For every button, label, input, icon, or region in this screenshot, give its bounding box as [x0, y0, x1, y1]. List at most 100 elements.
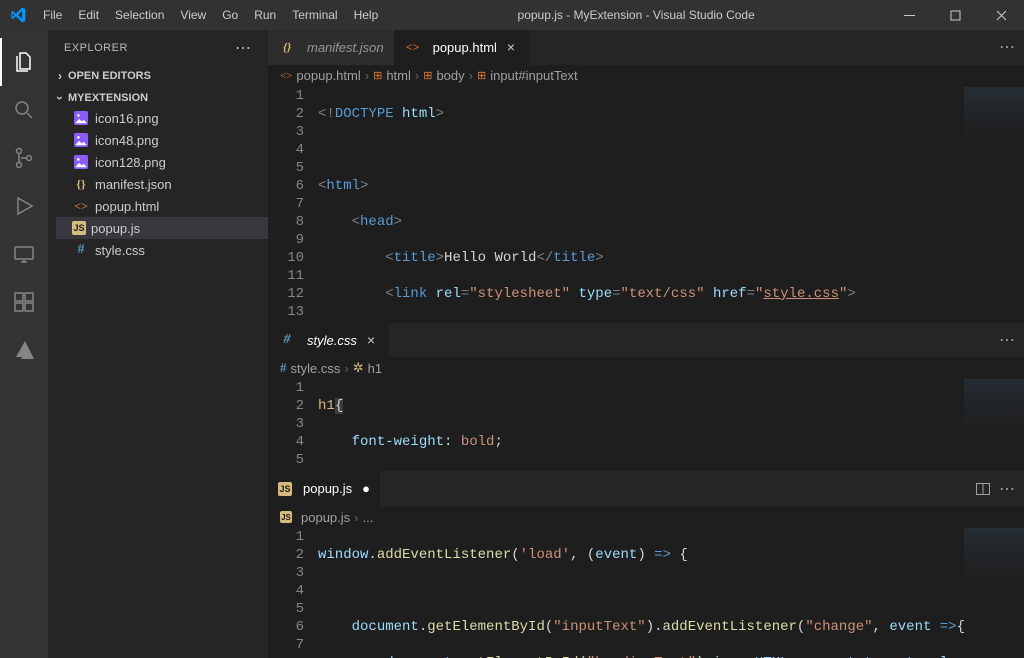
menu-file[interactable]: File	[35, 0, 70, 30]
tab-label: manifest.json	[307, 40, 384, 55]
menu-bar: File Edit Selection View Go Run Terminal…	[35, 0, 386, 30]
extensions-icon[interactable]	[0, 278, 48, 326]
css-icon: #	[278, 332, 296, 348]
close-button[interactable]	[978, 0, 1024, 30]
line-gutter: 12345	[268, 379, 318, 471]
menu-help[interactable]: Help	[346, 0, 387, 30]
json-icon: {}	[72, 177, 90, 192]
breadcrumb-item[interactable]: h1	[368, 361, 382, 376]
tab-popup-js[interactable]: JS popup.js ●	[268, 471, 380, 506]
code-content[interactable]: <!DOCTYPE html> <html> <head> <title>Hel…	[318, 87, 1024, 323]
selector-icon: ✲	[353, 360, 364, 376]
line-gutter: 12345678910111213	[268, 87, 318, 323]
menu-run[interactable]: Run	[246, 0, 284, 30]
chevron-right-icon: ›	[52, 69, 68, 83]
minimap[interactable]	[964, 87, 1024, 147]
code-editor-html[interactable]: 12345678910111213 <!DOCTYPE html> <html>…	[268, 87, 1024, 323]
remote-explorer-icon[interactable]	[0, 230, 48, 278]
file-manifest[interactable]: {} manifest.json	[56, 173, 268, 195]
tab-label: style.css	[307, 333, 357, 348]
file-icon16[interactable]: icon16.png	[56, 107, 268, 129]
source-control-icon[interactable]	[0, 134, 48, 182]
explorer-sidebar: EXPLORER ⋯ › OPEN EDITORS › MYEXTENSION …	[48, 30, 268, 658]
image-icon	[72, 111, 90, 125]
breadcrumb-item[interactable]: ...	[363, 510, 374, 525]
editor-tabs-mid: # style.css × ⋯	[268, 323, 1024, 358]
html-icon: <>	[280, 70, 292, 82]
editor-tabs-top: {} manifest.json <> popup.html × ⋯	[268, 30, 1024, 65]
open-editors-label: OPEN EDITORS	[68, 70, 151, 82]
tab-label: popup.js	[303, 481, 352, 496]
file-icon128[interactable]: icon128.png	[56, 151, 268, 173]
breadcrumb-item[interactable]: body	[436, 68, 464, 83]
tab-popup-html[interactable]: <> popup.html ×	[394, 30, 529, 65]
run-debug-icon[interactable]	[0, 182, 48, 230]
element-icon: ⊞	[477, 69, 486, 82]
file-label: style.css	[95, 243, 145, 258]
breadcrumb-item[interactable]: popup.html	[296, 68, 360, 83]
breadcrumb-item[interactable]: html	[386, 68, 411, 83]
close-icon[interactable]: ×	[363, 332, 379, 348]
breadcrumb-item[interactable]: style.css	[291, 361, 341, 376]
json-icon: {}	[278, 40, 296, 55]
search-icon[interactable]	[0, 86, 48, 134]
css-icon: #	[280, 360, 287, 376]
chevron-down-icon: ›	[53, 90, 67, 106]
file-icon48[interactable]: icon48.png	[56, 129, 268, 151]
editor-tabs-bot: JS popup.js ● ⋯	[268, 471, 1024, 506]
image-icon	[72, 133, 90, 147]
image-icon	[72, 155, 90, 169]
breadcrumb-top[interactable]: <> popup.html › ⊞ html › ⊞ body › ⊞ inpu…	[268, 65, 1024, 87]
vscode-logo-icon	[0, 7, 35, 23]
open-editors-section[interactable]: › OPEN EDITORS	[48, 67, 268, 85]
editor-more-icon[interactable]: ⋯	[999, 37, 1016, 57]
file-label: icon16.png	[95, 111, 159, 126]
tab-manifest[interactable]: {} manifest.json	[268, 30, 394, 65]
project-label: MYEXTENSION	[68, 92, 148, 104]
file-label: popup.js	[91, 221, 140, 236]
explorer-icon[interactable]	[0, 38, 48, 86]
code-editor-js[interactable]: 1234567 window.addEventListener('load', …	[268, 528, 1024, 658]
minimap[interactable]	[964, 528, 1024, 588]
file-popup-html[interactable]: <>popup.html	[56, 195, 268, 217]
breadcrumb-item[interactable]: popup.js	[301, 510, 350, 525]
minimap[interactable]	[964, 379, 1024, 439]
js-icon: JS	[278, 482, 292, 496]
menu-view[interactable]: View	[172, 0, 214, 30]
menu-edit[interactable]: Edit	[70, 0, 107, 30]
file-tree: icon16.png icon48.png icon128.png {} mani…	[48, 107, 268, 261]
file-popup-js[interactable]: JS popup.js	[56, 217, 268, 239]
sidebar-more-icon[interactable]: ⋯	[235, 38, 252, 58]
azure-icon[interactable]	[0, 326, 48, 374]
breadcrumb-bot[interactable]: JS popup.js › ...	[268, 506, 1024, 528]
html-icon: <>	[404, 40, 422, 55]
editor-area: {} manifest.json <> popup.html × ⋯ <> po…	[268, 30, 1024, 658]
code-content[interactable]: h1{ font-weight: bold; color: darkslateg…	[318, 379, 1024, 471]
js-icon: JS	[72, 221, 86, 235]
breadcrumb-item[interactable]: input#inputText	[490, 68, 577, 83]
tab-label: popup.html	[433, 40, 497, 55]
close-icon[interactable]: ×	[503, 39, 519, 55]
element-icon: ⊞	[373, 69, 382, 82]
menu-terminal[interactable]: Terminal	[284, 0, 345, 30]
file-label: popup.html	[95, 199, 159, 214]
modified-indicator: ●	[358, 481, 370, 496]
project-section[interactable]: › MYEXTENSION	[48, 89, 268, 107]
window-controls	[886, 0, 1024, 30]
file-style-css[interactable]: #style.css	[56, 239, 268, 261]
maximize-button[interactable]	[932, 0, 978, 30]
line-gutter: 1234567	[268, 528, 318, 658]
file-label: manifest.json	[95, 177, 172, 192]
editor-more-icon[interactable]: ⋯	[999, 479, 1016, 499]
breadcrumb-mid[interactable]: # style.css › ✲ h1	[268, 357, 1024, 379]
tab-style-css[interactable]: # style.css ×	[268, 323, 389, 358]
code-editor-css[interactable]: 12345 h1{ font-weight: bold; color: dark…	[268, 379, 1024, 471]
menu-selection[interactable]: Selection	[107, 0, 172, 30]
code-content[interactable]: window.addEventListener('load', (event) …	[318, 528, 1024, 658]
minimize-button[interactable]	[886, 0, 932, 30]
menu-go[interactable]: Go	[214, 0, 246, 30]
file-label: icon128.png	[95, 155, 166, 170]
split-editor-icon[interactable]	[975, 481, 991, 497]
js-icon: JS	[280, 511, 292, 523]
editor-more-icon[interactable]: ⋯	[999, 330, 1016, 350]
